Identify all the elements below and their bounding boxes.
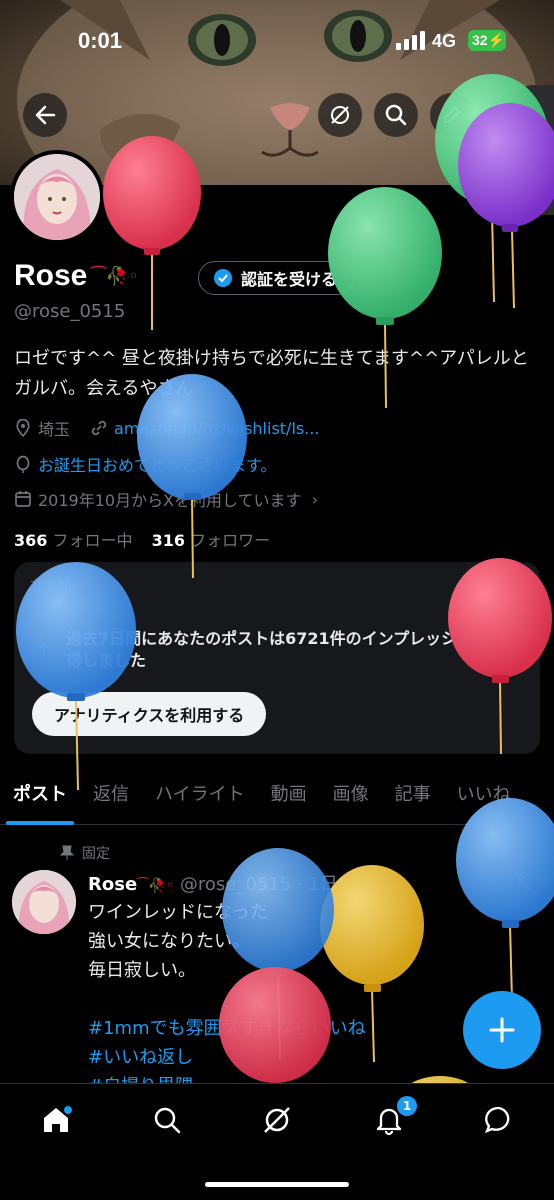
post-text[interactable]: ワインレッドになった 強い女になりたい。 毎日寂しい。 #1mmでも雰囲気すきな…	[88, 898, 528, 1101]
back-arrow-icon	[35, 105, 56, 125]
home-indicator	[205, 1182, 349, 1187]
close-icon[interactable]: ✕	[505, 576, 522, 600]
profile-tabs: ポスト 返信 ハイライト 動画 画像 記事 いいね	[0, 770, 554, 825]
edit-icon	[444, 106, 461, 123]
pinned-label: 固定	[82, 846, 110, 862]
post-header: Rose⁀🥀◦ @rose_0515 · 1日	[88, 870, 338, 896]
post-author-decoration: ⁀🥀◦	[137, 878, 175, 894]
side-panel-handle[interactable]	[520, 85, 554, 215]
network-type: 4G	[432, 31, 457, 51]
profile-location: 埼玉	[38, 420, 71, 439]
x-logo-icon: 𝕏	[514, 870, 532, 895]
grok-button[interactable]	[318, 93, 362, 137]
post-author[interactable]: Rose	[88, 874, 137, 895]
profile-name-decoration: ⁀🥀◦	[91, 265, 139, 287]
profile-name-row: Rose ⁀🥀◦	[14, 259, 139, 293]
avatar-image	[12, 870, 76, 934]
followers-link[interactable]: 316 フォロワー	[152, 531, 271, 550]
avatar-image	[14, 154, 100, 240]
followers-count: 316	[151, 531, 186, 550]
nav-grok[interactable]	[259, 1102, 295, 1138]
post-line: ワインレッドになった	[88, 902, 268, 923]
profile-name: Rose	[14, 259, 88, 292]
analytics-button[interactable]: アナリティクスを利用する	[32, 692, 267, 736]
following-label: フォロー中	[52, 531, 133, 550]
messages-icon	[484, 1106, 510, 1134]
analytics-card: 非公開 ✕ ↑ 過去7日間にあなたのポストは6721件のインプレッションを獲得し…	[14, 562, 540, 754]
profile-bio: ロゼです^^ 昼と夜掛け持ちで必死に生きてます^^アパレルとガルバ。会えるやさん	[14, 348, 529, 399]
profile-meta-row: 埼玉 amazon.jp/hz/wishlist/ls...	[14, 416, 319, 440]
home-icon	[44, 1106, 72, 1132]
pinned-indicator: 固定	[60, 843, 110, 863]
hashtag-link[interactable]: #いいね返し	[88, 1043, 528, 1072]
profile-avatar[interactable]	[10, 150, 104, 244]
search-icon	[154, 1107, 181, 1134]
grok-icon	[331, 106, 349, 124]
link-icon	[91, 420, 107, 436]
grok-icon	[264, 1107, 290, 1133]
signal-icon	[396, 31, 425, 50]
tab-highlights[interactable]: ハイライト	[142, 770, 258, 824]
tab-articles[interactable]: 記事	[382, 770, 444, 824]
nav-home[interactable]	[38, 1102, 74, 1138]
back-button[interactable]	[23, 93, 67, 137]
profile-handle: @rose_0515	[14, 301, 126, 322]
status-time: 0:01	[78, 28, 123, 53]
pin-icon	[60, 845, 74, 860]
get-verified-label: 認証を受ける	[241, 270, 338, 289]
chevron-left-icon	[534, 136, 546, 164]
nav-search[interactable]	[149, 1102, 185, 1138]
nav-messages[interactable]	[481, 1102, 517, 1138]
profile-birthday: お誕生日おめでとうございます。	[38, 456, 277, 475]
plus-icon	[489, 1017, 515, 1043]
analytics-message: 過去7日間にあなたのポストは6721件のインプレッションを獲得しました	[66, 629, 522, 670]
battery-level: 32	[472, 32, 488, 48]
profile-birthday-row: お誕生日おめでとうございます。	[14, 452, 276, 476]
search-button[interactable]	[374, 93, 418, 137]
followers-label: フォロワー	[190, 531, 271, 550]
post-line: 強い女になりたい。	[88, 931, 250, 952]
status-bar: 0:01 4G 32⚡	[0, 0, 554, 80]
tab-posts[interactable]: ポスト	[0, 770, 80, 825]
notifications-badge: 1	[397, 1096, 417, 1116]
profile-link[interactable]: amazon.jp/hz/wishlist/ls...	[114, 419, 319, 438]
arrow-up-icon: ↑	[36, 638, 53, 662]
tab-videos[interactable]: 動画	[258, 770, 320, 824]
verified-icon	[214, 269, 232, 287]
post-avatar[interactable]	[12, 870, 76, 934]
post-handle-time: @rose_0515 · 1日	[179, 874, 338, 895]
following-count: 366	[14, 531, 48, 550]
search-icon	[385, 104, 407, 126]
calendar-icon	[15, 491, 31, 507]
tab-likes[interactable]: いいね	[444, 770, 524, 824]
hashtag-link[interactable]: #1mmでも雰囲気すきならいいね	[88, 1014, 528, 1043]
birthday-icon	[16, 455, 30, 473]
tab-images[interactable]: 画像	[320, 770, 382, 824]
edit-button[interactable]	[430, 93, 474, 137]
post-line: 毎日寂しい。	[88, 960, 196, 981]
battery-indicator: 32⚡	[468, 30, 506, 51]
location-icon	[16, 419, 30, 437]
profile-joined: 2019年10月からXを利用しています	[38, 491, 302, 510]
following-link[interactable]: 366 フォロー中	[14, 531, 133, 550]
tab-replies[interactable]: 返信	[80, 770, 142, 824]
chevron-right-icon: ›	[311, 489, 318, 509]
follow-stats: 366 フォロー中 316 フォロワー	[14, 527, 270, 551]
profile-joined-row[interactable]: 2019年10月からXを利用しています ›	[14, 487, 318, 511]
get-verified-button[interactable]: 認証を受ける	[198, 261, 355, 295]
compose-button[interactable]	[463, 991, 541, 1069]
analytics-card-label: 非公開	[30, 579, 72, 595]
